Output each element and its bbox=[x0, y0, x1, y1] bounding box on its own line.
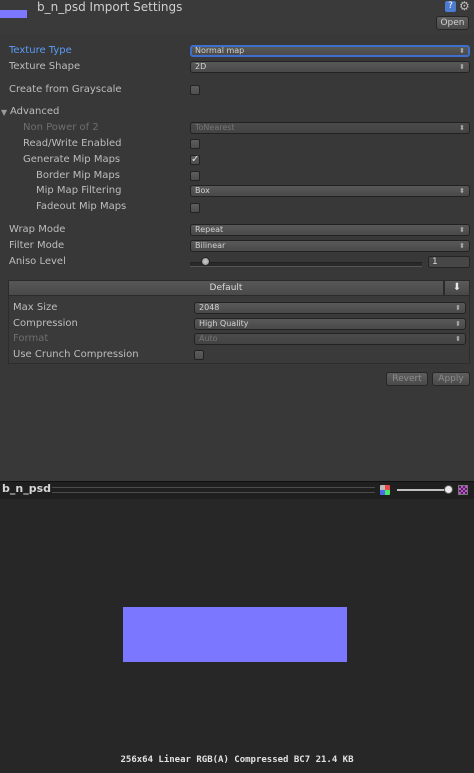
texture-thumbnail bbox=[0, 10, 27, 18]
dropdown-arrows-icon: ⬍ bbox=[455, 304, 461, 312]
aniso-level-field[interactable]: 1 bbox=[428, 256, 470, 268]
filter-mode-dropdown[interactable]: Bilinear ⬍ bbox=[190, 240, 470, 252]
advanced-foldout-arrow-icon[interactable]: ▼ bbox=[1, 108, 7, 117]
compression-dropdown[interactable]: High Quality ⬍ bbox=[194, 318, 466, 330]
advanced-foldout-label[interactable]: Advanced bbox=[10, 106, 59, 117]
dropdown-arrows-icon: ⬍ bbox=[459, 226, 465, 234]
mip-level-slider-thumb[interactable] bbox=[444, 485, 453, 494]
mip-level-slider-track[interactable] bbox=[397, 489, 451, 491]
non-power-of-2-dropdown: ToNearest ⬍ bbox=[190, 122, 470, 134]
max-size-label: Max Size bbox=[13, 302, 58, 313]
texture-info-text: 256x64 Linear RGB(A) Compressed BC7 21.4… bbox=[120, 755, 354, 765]
compression-value: High Quality bbox=[199, 319, 249, 328]
format-value: Auto bbox=[199, 334, 218, 343]
read-write-label: Read/Write Enabled bbox=[23, 138, 122, 149]
texture-type-dropdown[interactable]: Normal map ⬍ bbox=[190, 45, 470, 57]
generate-mip-maps-checkbox[interactable]: ✓ bbox=[190, 155, 200, 165]
max-size-dropdown[interactable]: 2048 ⬍ bbox=[194, 302, 466, 314]
texture-type-label: Texture Type bbox=[9, 45, 72, 56]
wrap-mode-dropdown[interactable]: Repeat ⬍ bbox=[190, 224, 470, 236]
texture-preview-image bbox=[123, 607, 347, 662]
dropdown-arrows-icon: ⬍ bbox=[459, 124, 465, 132]
inspector-title: b_n_psd Import Settings bbox=[37, 0, 183, 14]
tab-default[interactable]: Default bbox=[8, 280, 444, 296]
crunch-compression-label: Use Crunch Compression bbox=[13, 349, 139, 360]
aniso-level-slider-track[interactable] bbox=[190, 262, 422, 267]
format-dropdown: Auto ⬍ bbox=[194, 333, 466, 345]
border-mip-maps-checkbox[interactable] bbox=[190, 171, 200, 181]
read-write-checkbox[interactable] bbox=[190, 139, 200, 149]
gear-icon[interactable]: ⚙ bbox=[459, 0, 470, 12]
dropdown-arrows-icon: ⬍ bbox=[459, 187, 465, 195]
apply-button[interactable]: Apply bbox=[432, 372, 470, 386]
dropdown-arrows-icon: ⬍ bbox=[459, 242, 465, 250]
compression-label: Compression bbox=[13, 318, 78, 329]
create-from-grayscale-checkbox[interactable] bbox=[190, 85, 200, 95]
mip-map-filtering-dropdown[interactable]: Box ⬍ bbox=[190, 185, 470, 197]
help-icon[interactable]: ? bbox=[445, 1, 456, 12]
open-button[interactable]: Open bbox=[436, 16, 469, 30]
mip-map-filtering-label: Mip Map Filtering bbox=[36, 185, 122, 196]
crunch-compression-checkbox[interactable] bbox=[194, 350, 204, 360]
create-from-grayscale-label: Create from Grayscale bbox=[9, 84, 122, 95]
non-power-of-2-value: ToNearest bbox=[195, 123, 235, 132]
non-power-of-2-label: Non Power of 2 bbox=[23, 122, 99, 133]
wrap-mode-value: Repeat bbox=[195, 225, 224, 234]
texture-shape-dropdown[interactable]: 2D ⬍ bbox=[190, 61, 470, 73]
generate-mip-maps-label: Generate Mip Maps bbox=[23, 154, 121, 165]
download-icon[interactable]: ⬇ bbox=[444, 280, 470, 296]
mip-map-filtering-value: Box bbox=[195, 186, 210, 195]
alpha-toggle-icon[interactable] bbox=[458, 485, 468, 495]
filter-mode-value: Bilinear bbox=[195, 241, 226, 250]
wrap-mode-label: Wrap Mode bbox=[9, 224, 66, 235]
dropdown-arrows-icon: ⬍ bbox=[455, 320, 461, 328]
checkmark-icon: ✓ bbox=[191, 154, 200, 165]
aniso-level-label: Aniso Level bbox=[9, 256, 66, 267]
dropdown-arrows-icon: ⬍ bbox=[455, 335, 461, 343]
texture-type-value: Normal map bbox=[195, 46, 245, 55]
rgb-channel-icon[interactable] bbox=[380, 485, 390, 495]
texture-shape-label: Texture Shape bbox=[9, 61, 81, 72]
aniso-level-slider-thumb[interactable] bbox=[201, 257, 210, 266]
border-mip-maps-label: Border Mip Maps bbox=[36, 170, 120, 181]
dropdown-arrows-icon: ⬍ bbox=[459, 63, 465, 71]
fadeout-mip-maps-label: Fadeout Mip Maps bbox=[36, 201, 127, 212]
texture-shape-value: 2D bbox=[195, 62, 207, 71]
format-label: Format bbox=[13, 333, 49, 344]
preview-title: b_n_psd bbox=[2, 482, 52, 495]
max-size-value: 2048 bbox=[199, 303, 220, 312]
preview-resize-grip[interactable] bbox=[52, 487, 375, 493]
fadeout-mip-maps-checkbox[interactable] bbox=[190, 203, 200, 213]
filter-mode-label: Filter Mode bbox=[9, 240, 65, 251]
revert-button[interactable]: Revert bbox=[386, 372, 428, 386]
dropdown-arrows-icon: ⬍ bbox=[459, 47, 465, 55]
